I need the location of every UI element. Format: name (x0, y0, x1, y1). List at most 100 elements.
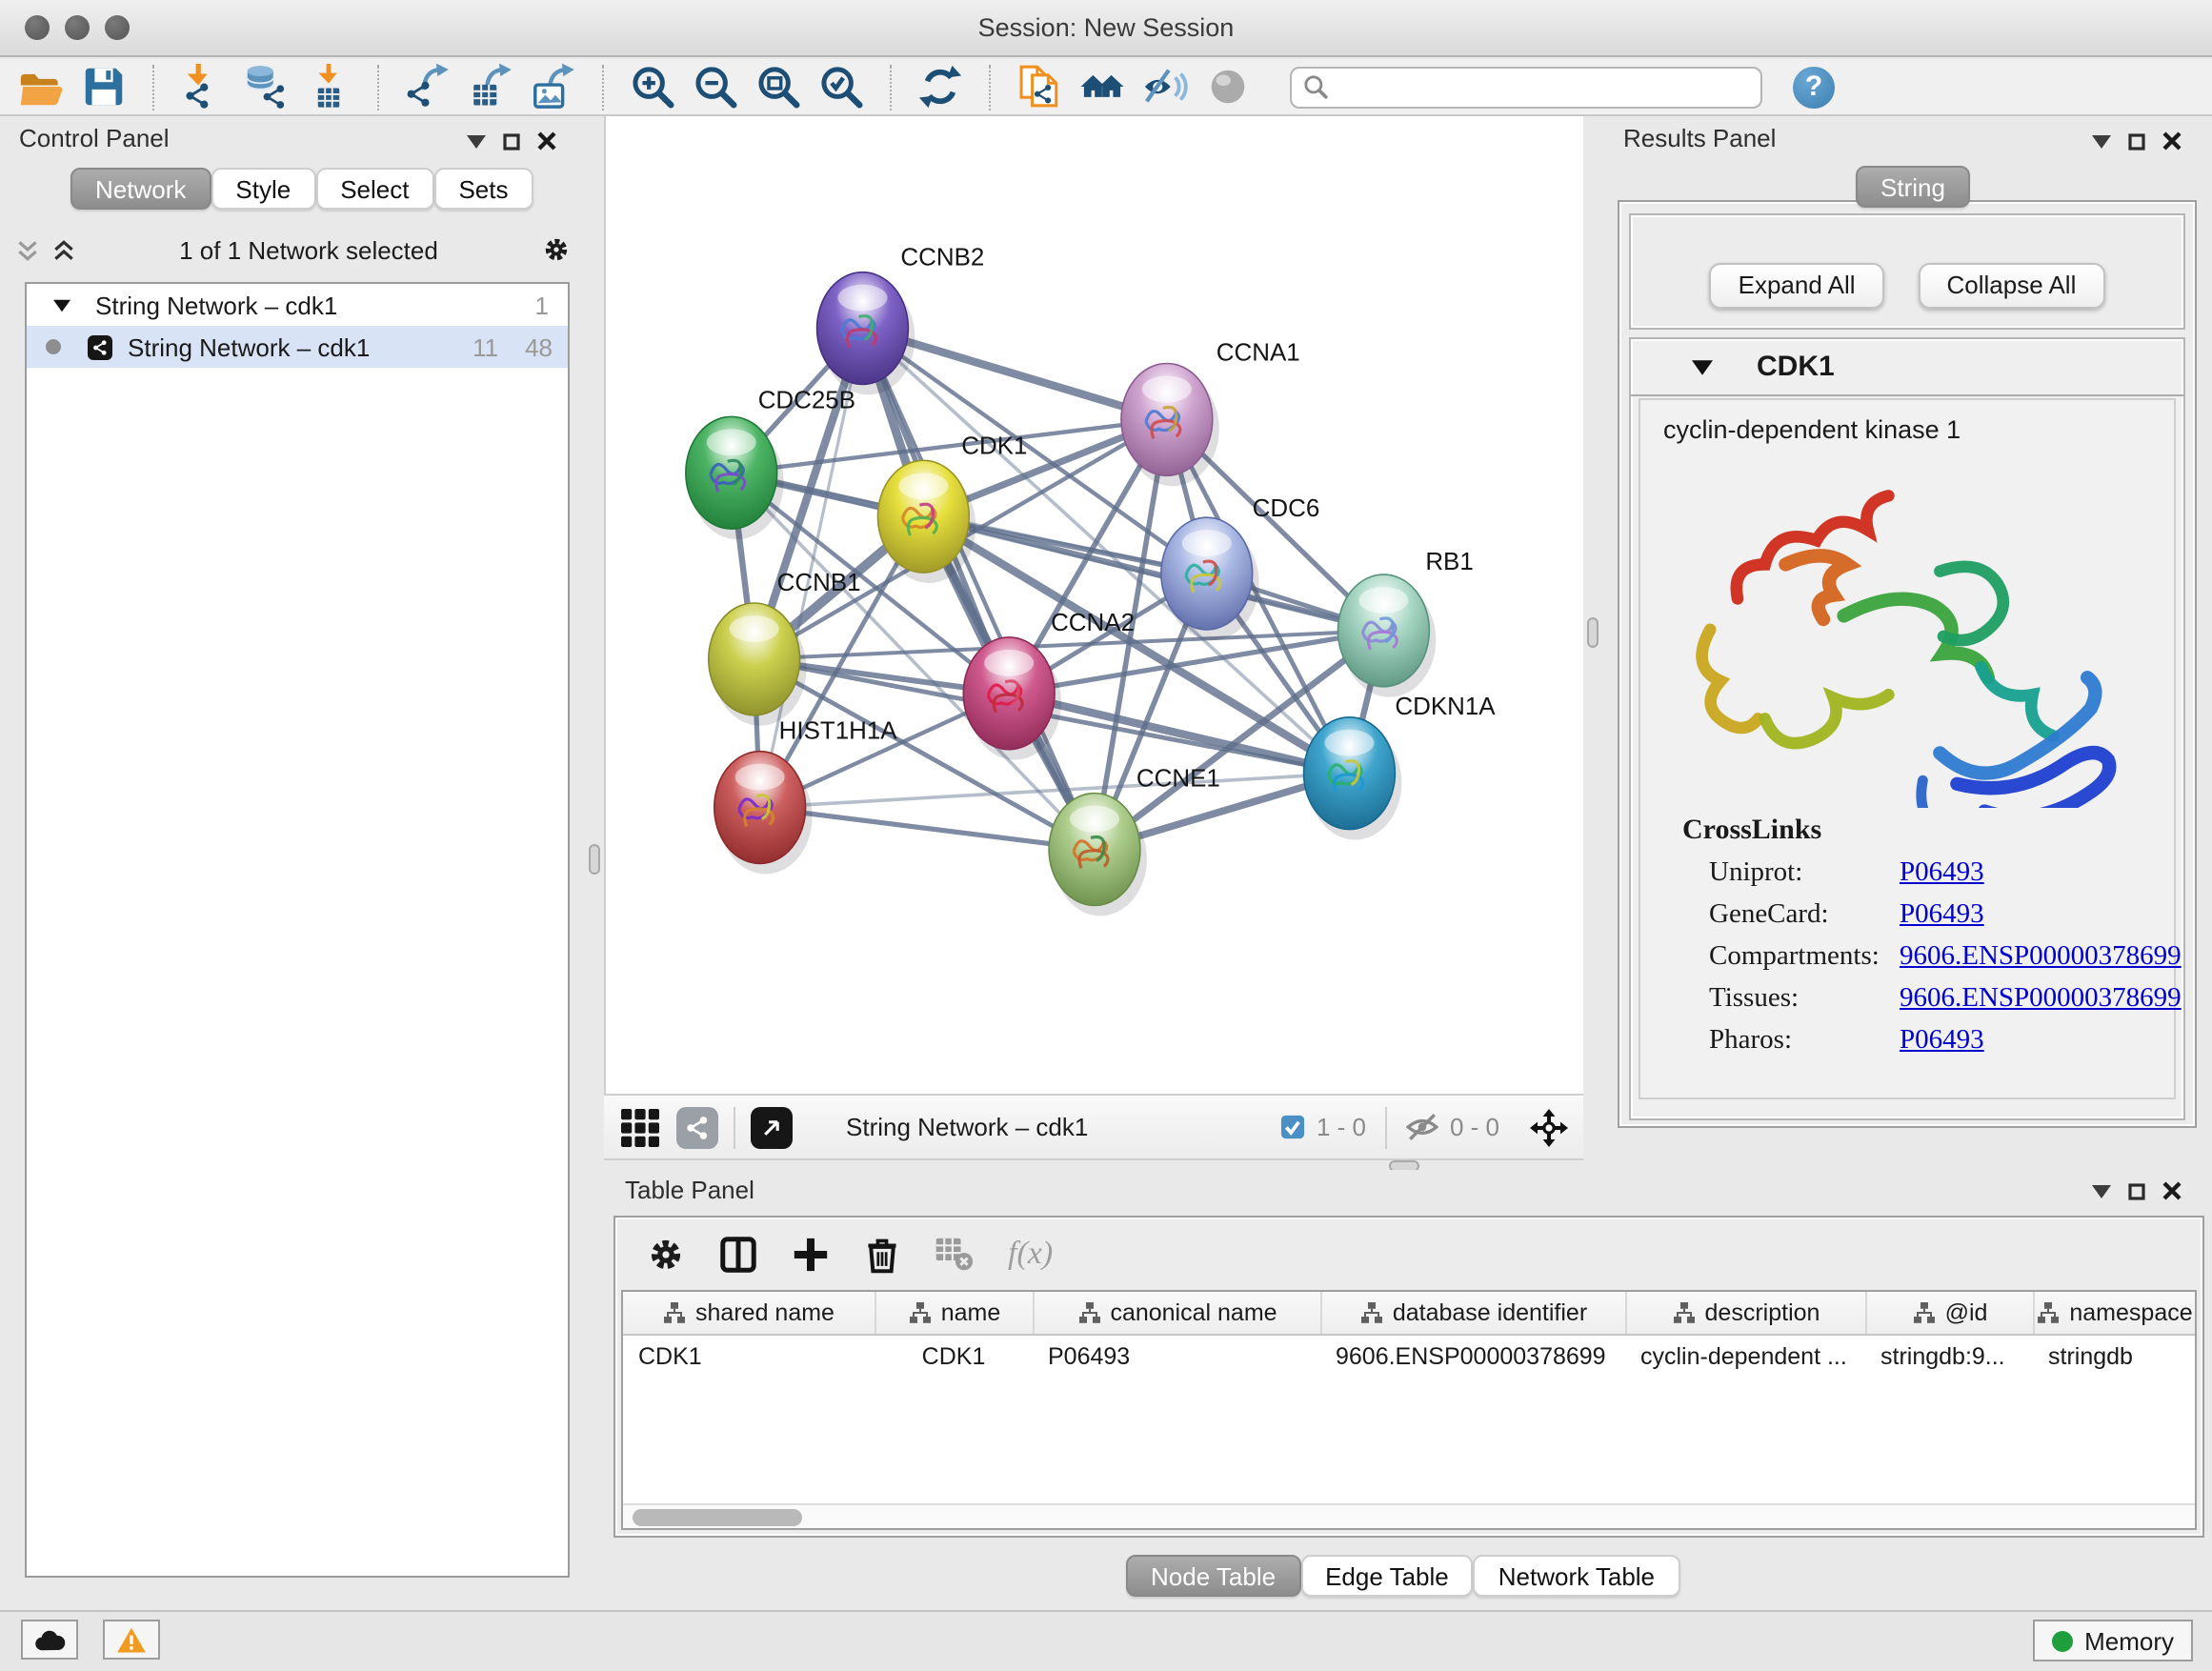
string-view-icon[interactable] (676, 1106, 718, 1148)
network-options-gear-icon[interactable] (541, 234, 572, 265)
open-session-icon[interactable] (17, 63, 65, 111)
network-node-CCNA2[interactable]: CCNA2 (963, 610, 1135, 760)
cloud-status-button[interactable] (21, 1620, 78, 1660)
network-node-CCNB2[interactable]: CCNB2 (817, 245, 985, 395)
crosslink-uniprot-link[interactable]: P06493 (1900, 857, 1984, 890)
network-node-RB1[interactable]: RB1 (1338, 549, 1474, 697)
tab-string[interactable]: String (1856, 166, 1970, 208)
right-splitter-handle[interactable] (1587, 617, 1599, 648)
crosslink-tissues-link[interactable]: 9606.ENSP00000378699 (1900, 983, 2182, 1016)
left-splitter-handle[interactable] (589, 844, 600, 875)
section-collapse-icon[interactable] (1692, 360, 1713, 375)
network-node-CCNB1[interactable]: CCNB1 (709, 570, 861, 726)
crosslink-row: GeneCard:P06493 (1709, 899, 2174, 932)
tab-sets[interactable]: Sets (433, 168, 533, 210)
close-panel-icon[interactable] (2162, 131, 2182, 151)
crosslink-genecard-link[interactable]: P06493 (1900, 899, 1984, 932)
delete-table-icon[interactable] (934, 1235, 975, 1273)
table-horizontal-scrollbar[interactable] (623, 1503, 2195, 1528)
float-panel-icon[interactable] (2128, 132, 2145, 150)
tab-style[interactable]: Style (211, 168, 315, 210)
tab-select[interactable]: Select (315, 168, 433, 210)
collapse-all-chevron-icon[interactable] (15, 237, 40, 262)
zoom-fit-icon[interactable] (754, 63, 802, 111)
table-settings-gear-icon[interactable] (646, 1234, 686, 1274)
panel-menu-icon[interactable] (467, 134, 486, 148)
float-panel-icon[interactable] (503, 132, 520, 150)
panel-menu-icon[interactable] (2092, 1184, 2111, 1198)
float-panel-icon[interactable] (2128, 1182, 2145, 1199)
column-header-namespace[interactable]: namespace (2033, 1292, 2195, 1334)
network-node-CDC6[interactable]: CDC6 (1161, 495, 1319, 640)
expand-all-button[interactable]: Expand All (1710, 263, 1884, 309)
column-header-shared-name[interactable]: shared name (623, 1292, 875, 1334)
export-table-icon[interactable] (467, 63, 514, 111)
cell-canonical-name[interactable]: P06493 (1033, 1336, 1320, 1378)
tab-network[interactable]: Network (70, 168, 211, 210)
cell-database-identifier[interactable]: 9606.ENSP00000378699 (1320, 1336, 1625, 1378)
tab-network-table[interactable]: Network Table (1474, 1555, 1679, 1597)
column-header-name[interactable]: name (875, 1292, 1033, 1334)
export-network-icon[interactable] (404, 63, 452, 111)
column-header-database-identifier[interactable]: database identifier (1320, 1292, 1625, 1334)
tab-node-table[interactable]: Node Table (1126, 1555, 1300, 1597)
fit-selected-crosshair-icon[interactable] (1530, 1108, 1568, 1146)
scrollbar-thumb[interactable] (633, 1509, 802, 1526)
close-panel-icon[interactable] (537, 131, 556, 151)
gene-section-header[interactable]: CDK1 (1631, 339, 2183, 396)
export-image-icon[interactable] (530, 63, 577, 111)
collection-expand-icon[interactable] (53, 298, 70, 312)
selected-checkbox-icon[interactable] (1280, 1115, 1305, 1139)
zoom-selected-icon[interactable] (817, 63, 865, 111)
network-node-CDC25B[interactable]: CDC25B (686, 387, 855, 539)
column-header-canonical-name[interactable]: canonical name (1033, 1292, 1320, 1334)
import-network-database-icon[interactable] (242, 63, 290, 111)
column-header-description[interactable]: description (1625, 1292, 1865, 1334)
cell-description[interactable]: cyclin-dependent ... (1625, 1336, 1865, 1378)
import-table-icon[interactable] (305, 63, 352, 111)
help-button[interactable]: ? (1793, 66, 1835, 108)
show-eye-icon[interactable] (1204, 63, 1252, 111)
grid-view-icon[interactable] (619, 1106, 661, 1148)
cell-shared-name[interactable]: CDK1 (623, 1336, 875, 1378)
cell-namespace[interactable]: stringdb (2033, 1336, 2195, 1378)
function-builder-icon[interactable]: f(x) (1008, 1235, 1053, 1273)
network-graph[interactable]: CCNB2CCNA1CDC25BCDK1CDC6RB1CCNB1CCNA2CDK… (606, 116, 1583, 1094)
memory-button[interactable]: Memory (2033, 1620, 2193, 1661)
add-column-icon[interactable] (791, 1234, 831, 1274)
node-label-CDC25B: CDC25B (758, 387, 855, 413)
expand-all-chevron-icon[interactable] (51, 237, 76, 262)
tab-edge-table[interactable]: Edge Table (1300, 1555, 1474, 1597)
titlebar[interactable]: Session: New Session (0, 0, 2212, 57)
import-network-file-icon[interactable] (179, 63, 227, 111)
cell-name[interactable]: CDK1 (875, 1336, 1033, 1378)
crosslink-pharos-link[interactable]: P06493 (1900, 1025, 1984, 1057)
collapse-all-button[interactable]: Collapse All (1919, 263, 2105, 309)
detach-view-icon[interactable] (751, 1106, 793, 1148)
refresh-view-icon[interactable] (916, 63, 964, 111)
panel-menu-icon[interactable] (2092, 134, 2111, 148)
warnings-button[interactable] (103, 1620, 160, 1660)
collection-row[interactable]: String Network – cdk1 1 (27, 284, 568, 326)
hide-eye-icon[interactable] (1141, 63, 1189, 111)
houses-icon[interactable] (1078, 63, 1126, 111)
show-columns-icon[interactable] (718, 1234, 758, 1274)
network-node-CDKN1A[interactable]: CDKN1A (1304, 694, 1497, 840)
node-table: shared namenamecanonical namedatabase id… (621, 1290, 2197, 1530)
network-canvas[interactable]: CCNB2CCNA1CDC25BCDK1CDC6RB1CCNB1CCNA2CDK… (604, 116, 1583, 1094)
zoom-in-icon[interactable] (629, 63, 676, 111)
string-document-icon[interactable] (1016, 63, 1063, 111)
crosslink-compartments-link[interactable]: 9606.ENSP00000378699 (1900, 941, 2182, 974)
column-header-id[interactable]: @id (1865, 1292, 2033, 1334)
network-node-HIST1H1A[interactable]: HIST1H1A (714, 718, 898, 875)
hidden-eye-icon[interactable] (1406, 1111, 1438, 1143)
save-session-icon[interactable] (80, 63, 128, 111)
search-box[interactable] (1290, 66, 1762, 108)
close-panel-icon[interactable] (2162, 1181, 2182, 1200)
zoom-out-icon[interactable] (692, 63, 739, 111)
network-row-selected[interactable]: String Network – cdk1 11 48 (27, 326, 568, 368)
search-input[interactable] (1336, 73, 1749, 100)
cell-id[interactable]: stringdb:9... (1865, 1336, 2033, 1378)
table-row[interactable]: CDK1CDK1P064939606.ENSP00000378699cyclin… (623, 1336, 2195, 1378)
delete-column-trash-icon[interactable] (863, 1234, 901, 1274)
